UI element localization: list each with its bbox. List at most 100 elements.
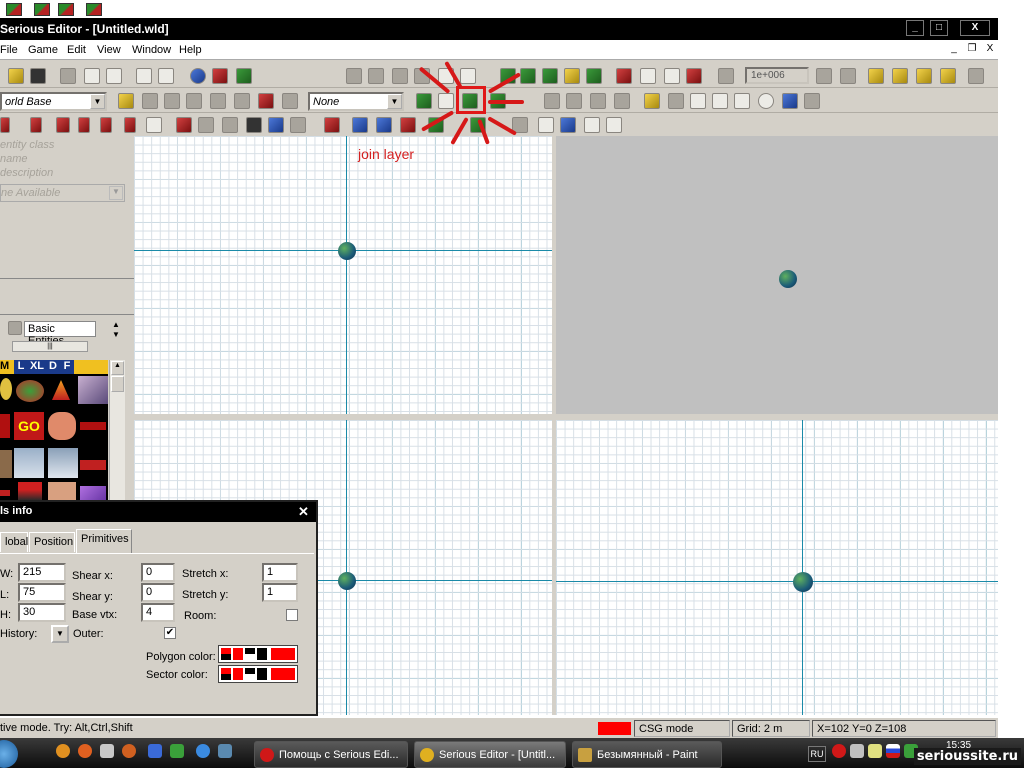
close-icon[interactable]: ✕: [298, 504, 309, 520]
layer-icon[interactable]: [564, 68, 580, 84]
size-tab-d[interactable]: D: [46, 360, 60, 374]
minimize-button[interactable]: _: [906, 20, 924, 36]
maximize-button[interactable]: □: [930, 20, 948, 36]
move-icon[interactable]: [566, 93, 582, 109]
viewport-top-left[interactable]: [134, 136, 552, 414]
ie-icon[interactable]: [196, 744, 210, 758]
picture-icon[interactable]: [236, 68, 252, 84]
menu-view[interactable]: View: [97, 44, 121, 56]
mdi-restore-button[interactable]: ❐: [964, 42, 980, 56]
grid-icon[interactable]: [664, 68, 680, 84]
layer-icon[interactable]: [58, 3, 74, 16]
entity-icon[interactable]: [176, 117, 192, 133]
arrow-down-icon[interactable]: [324, 117, 340, 133]
layer-icon[interactable]: [542, 68, 558, 84]
select-icon[interactable]: [690, 93, 706, 109]
flag-icon[interactable]: [886, 744, 900, 758]
history-dropdown-button[interactable]: ▼: [51, 625, 69, 643]
viewport-top-right[interactable]: [556, 136, 998, 414]
size-tab-l[interactable]: L: [14, 360, 28, 374]
primitive-icon[interactable]: [186, 93, 202, 109]
start-button[interactable]: [0, 740, 18, 768]
menu-window[interactable]: Window: [132, 44, 171, 56]
layer-icon[interactable]: [586, 68, 602, 84]
select-icon[interactable]: [712, 93, 728, 109]
entity-thumbnail[interactable]: [0, 490, 10, 496]
layer-icon[interactable]: [520, 68, 536, 84]
player-marker-icon[interactable]: [779, 270, 797, 288]
spin-up-icon[interactable]: ▲: [112, 320, 120, 329]
save-icon[interactable]: [30, 68, 46, 84]
scroll-up-icon[interactable]: ▲: [111, 361, 124, 375]
task-help[interactable]: Помощь с Serious Edi...: [254, 741, 408, 768]
quick-launch-icon[interactable]: [56, 744, 70, 758]
viewport-splitter-horizontal[interactable]: [134, 414, 998, 420]
tools-icon[interactable]: [222, 117, 238, 133]
entity-icon[interactable]: [0, 117, 10, 133]
player-marker-icon[interactable]: [338, 572, 356, 590]
shear-x-input[interactable]: 0: [141, 563, 175, 582]
scale-icon[interactable]: [718, 68, 734, 84]
picture-icon[interactable]: [782, 93, 798, 109]
thumbnail-scrollbar[interactable]: ▲: [109, 360, 125, 520]
spin-down-icon[interactable]: ▼: [112, 330, 120, 339]
mdi-minimize-button[interactable]: _: [946, 42, 962, 56]
view-icon[interactable]: [368, 68, 384, 84]
mdi-close-button[interactable]: X: [982, 42, 998, 56]
browser-scrollbar[interactable]: |||: [12, 341, 88, 352]
menu-help[interactable]: Help: [179, 44, 202, 56]
csg-icon[interactable]: [282, 93, 298, 109]
player-marker-icon[interactable]: [338, 242, 356, 260]
entity-thumbnail[interactable]: GO: [14, 412, 44, 440]
size-tab-m[interactable]: M: [0, 360, 14, 374]
select-icon[interactable]: [734, 93, 750, 109]
player-marker-icon[interactable]: [793, 572, 813, 592]
entity-thumbnail[interactable]: [16, 380, 44, 402]
tools-icon[interactable]: [290, 117, 306, 133]
world-combo[interactable]: orld Base ▼: [0, 92, 107, 111]
light-icon[interactable]: [940, 68, 956, 84]
stretch-y-input[interactable]: 1: [262, 583, 298, 602]
entity-thumbnail[interactable]: [80, 422, 106, 430]
chevron-down-icon[interactable]: ▼: [109, 186, 123, 200]
firefox-icon[interactable]: [78, 744, 92, 758]
arrows-icon[interactable]: [816, 68, 832, 84]
entity-icon[interactable]: [400, 117, 416, 133]
camera-icon[interactable]: [246, 117, 262, 133]
room-checkbox[interactable]: [286, 609, 298, 621]
chevron-down-icon[interactable]: ▼: [387, 94, 402, 109]
property-combo[interactable]: ne Available ▼: [0, 184, 125, 202]
keyboard-icon[interactable]: [460, 68, 476, 84]
tab-primitives[interactable]: Primitives: [76, 529, 132, 553]
open-folder-icon[interactable]: [8, 68, 24, 84]
layer-icon[interactable]: [416, 93, 432, 109]
layer-icon[interactable]: [86, 3, 102, 16]
entity-thumbnail[interactable]: [0, 414, 10, 438]
entity-thumbnail[interactable]: [48, 412, 76, 440]
flag-icon[interactable]: [804, 93, 820, 109]
close-button[interactable]: X: [960, 20, 990, 36]
cube-icon[interactable]: [584, 117, 600, 133]
tools-icon[interactable]: [198, 117, 214, 133]
entity-icon[interactable]: [352, 117, 368, 133]
tray-icon[interactable]: [850, 744, 864, 758]
picture-icon[interactable]: [268, 117, 284, 133]
language-indicator[interactable]: RU: [808, 746, 826, 762]
scroll-thumb[interactable]: [111, 376, 124, 392]
show-desktop-icon[interactable]: [218, 744, 232, 758]
size-tab-xl[interactable]: XL: [28, 360, 46, 374]
cut-icon[interactable]: [60, 68, 76, 84]
crosshair-icon[interactable]: [640, 68, 656, 84]
tab-global[interactable]: lobal: [0, 532, 28, 552]
tray-icon[interactable]: [868, 744, 882, 758]
layer-combo[interactable]: None ▼: [308, 92, 404, 111]
l-input[interactable]: 75: [18, 583, 66, 602]
light-icon[interactable]: [644, 93, 660, 109]
entity-thumbnail[interactable]: [78, 376, 108, 404]
quick-launch-icon[interactable]: [148, 744, 162, 758]
quick-launch-icon[interactable]: [170, 744, 184, 758]
quick-launch-icon[interactable]: [122, 744, 136, 758]
shear-y-input[interactable]: 0: [141, 583, 175, 602]
arrows-icon[interactable]: [840, 68, 856, 84]
light-icon[interactable]: [916, 68, 932, 84]
